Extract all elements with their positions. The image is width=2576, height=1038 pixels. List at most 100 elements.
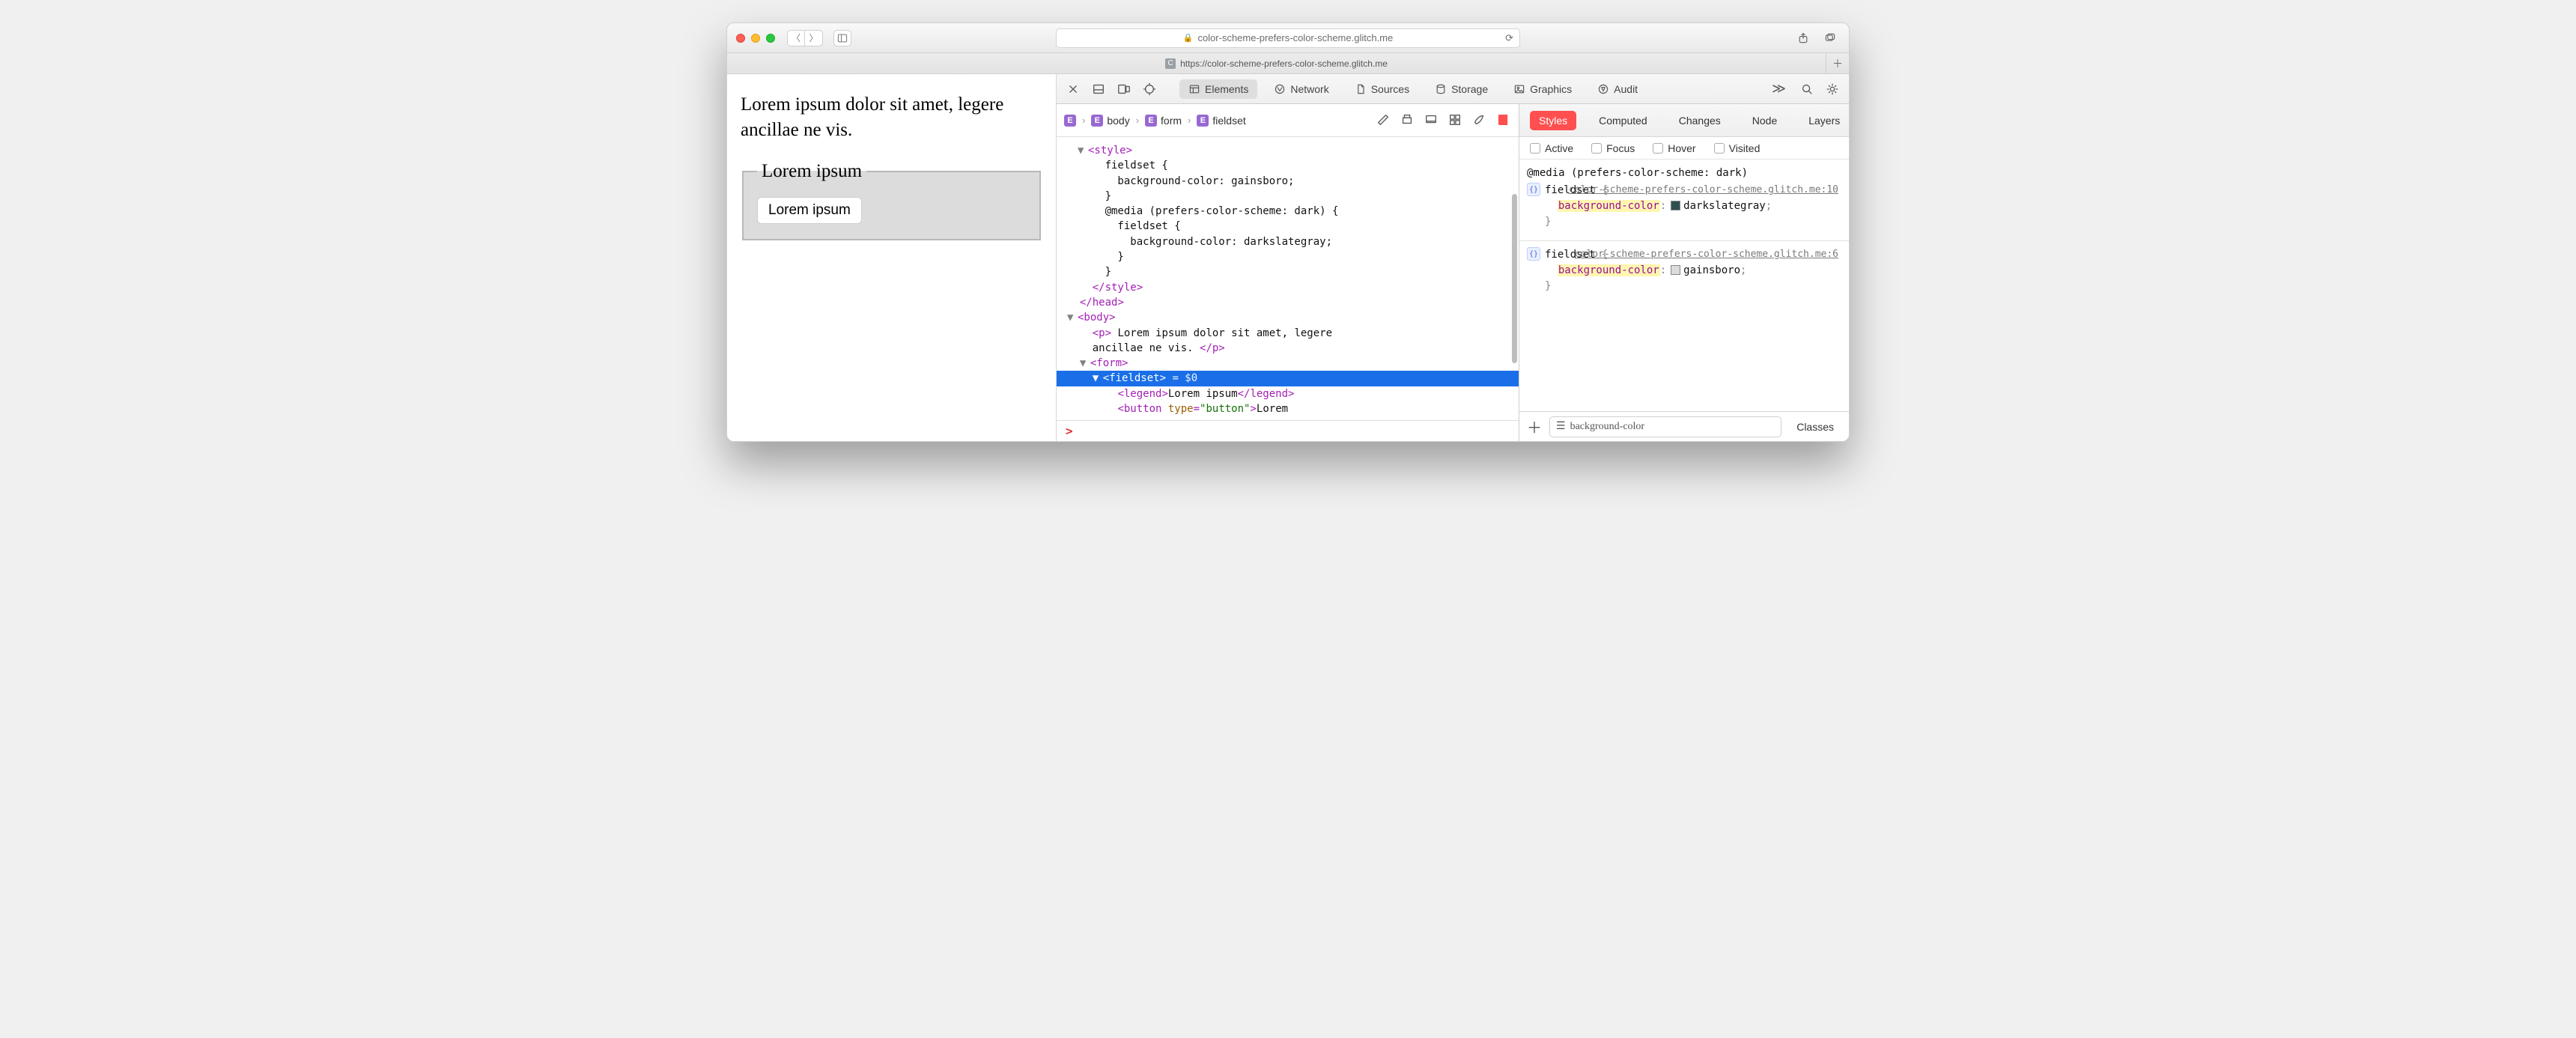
tab-network[interactable]: Network xyxy=(1265,79,1337,99)
tab-graphics[interactable]: Graphics xyxy=(1504,79,1581,99)
rule2[interactable]: {} color-scheme-prefers-color-scheme.gli… xyxy=(1527,246,1841,300)
page-button[interactable]: Lorem ipsum xyxy=(757,197,862,224)
rule1[interactable]: {} color-scheme-prefers-color-scheme.gli… xyxy=(1527,181,1841,236)
rule1-source-link[interactable]: color-scheme-prefers-color-scheme.glitch… xyxy=(1569,183,1838,198)
print-styles-icon[interactable] xyxy=(1400,113,1415,128)
styles-tabs: Styles Computed Changes Node Layers xyxy=(1519,104,1849,137)
rulers-icon[interactable] xyxy=(1376,113,1391,128)
page-paragraph: Lorem ipsum dolor sit amet, legere ancil… xyxy=(741,92,1042,143)
browser-window: 〈 〉 🔒 color-scheme-prefers-color-scheme.… xyxy=(726,22,1850,442)
page-viewport: Lorem ipsum dolor sit amet, legere ancil… xyxy=(727,74,1057,441)
overflow-button[interactable]: ≫ xyxy=(1767,81,1790,97)
rule2-value[interactable]: gainsboro xyxy=(1683,264,1740,276)
dom-text: ancillae ne vis. xyxy=(1067,342,1200,354)
dom-text: } xyxy=(1067,266,1111,278)
minimize-window-button[interactable] xyxy=(751,34,760,43)
rule2-color-swatch[interactable] xyxy=(1671,265,1680,275)
address-bar[interactable]: 🔒 color-scheme-prefers-color-scheme.glit… xyxy=(1056,28,1520,48)
sidebar-toggle-button[interactable] xyxy=(833,30,851,46)
share-button[interactable] xyxy=(1793,30,1813,46)
titlebar: 〈 〉 🔒 color-scheme-prefers-color-scheme.… xyxy=(727,23,1849,53)
breadcrumb-form[interactable]: Eform xyxy=(1145,115,1182,127)
console-prompt-chevron: > xyxy=(1066,424,1073,438)
rule2-source-link[interactable]: color-scheme-prefers-color-scheme.glitch… xyxy=(1575,247,1838,262)
dom-text: Lorem xyxy=(1257,403,1288,415)
traffic-lights xyxy=(736,34,775,43)
breadcrumb-row: E › Ebody › Eform › Efieldset xyxy=(1057,104,1519,137)
filter-input-wrap[interactable]: ☰ background-color xyxy=(1549,416,1781,437)
breadcrumb-body-label: body xyxy=(1107,115,1129,127)
element-picker-button[interactable] xyxy=(1140,80,1158,98)
dock-bottom-icon[interactable] xyxy=(1090,80,1108,98)
search-button[interactable] xyxy=(1798,80,1816,98)
tab-elements[interactable]: Elements xyxy=(1179,79,1257,99)
classes-button[interactable]: Classes xyxy=(1789,418,1841,436)
elements-panel: E › Ebody › Eform › Efieldset xyxy=(1057,104,1519,441)
dom-selected-row[interactable]: ▼ <fieldset> = $0 xyxy=(1057,371,1519,386)
force-hover[interactable]: Hover xyxy=(1653,142,1695,154)
titlebar-right-icons xyxy=(1793,30,1840,46)
styles-footer: ＋ ☰ background-color Classes xyxy=(1519,411,1849,441)
dom-text: } xyxy=(1067,251,1124,263)
console-prompt[interactable]: > xyxy=(1057,420,1519,441)
tab-current[interactable]: C https://color-scheme-prefers-color-sch… xyxy=(727,53,1826,73)
dom-text: @media (prefers-color-scheme: dark) { xyxy=(1067,205,1338,217)
styles-tab-node[interactable]: Node xyxy=(1743,111,1786,130)
tab-storage[interactable]: Storage xyxy=(1426,79,1497,99)
force-focus-label: Focus xyxy=(1606,142,1635,154)
tab-sources[interactable]: Sources xyxy=(1346,79,1418,99)
styles-tab-computed[interactable]: Computed xyxy=(1590,111,1656,130)
rule1-media: @media (prefers-color-scheme: dark) xyxy=(1527,166,1841,181)
zoom-window-button[interactable] xyxy=(766,34,775,43)
breadcrumb-root[interactable]: E xyxy=(1064,115,1076,127)
show-rulers-toggle[interactable] xyxy=(1496,113,1511,128)
dom-text: Lorem ipsum dolor sit amet, legere xyxy=(1111,327,1332,339)
styles-tab-styles[interactable]: Styles xyxy=(1530,111,1576,130)
breadcrumb-form-label: form xyxy=(1161,115,1182,127)
dock-side-icon[interactable] xyxy=(1115,80,1133,98)
styles-panel: Styles Computed Changes Node Layers Acti… xyxy=(1519,104,1849,441)
tab-favicon: C xyxy=(1165,58,1176,69)
dom-tree[interactable]: ▼ <style> fieldset { background-color: g… xyxy=(1057,137,1519,420)
force-visited[interactable]: Visited xyxy=(1714,142,1761,154)
scrollbar[interactable] xyxy=(1512,194,1517,364)
compositing-icon[interactable] xyxy=(1448,113,1463,128)
tabs-overview-button[interactable] xyxy=(1820,30,1840,46)
filter-input[interactable]: background-color xyxy=(1570,421,1645,433)
styles-tab-layers[interactable]: Layers xyxy=(1799,111,1849,130)
nav-back-forward: 〈 〉 xyxy=(787,30,823,46)
page-fieldset: Lorem ipsum Lorem ipsum xyxy=(742,161,1041,240)
force-focus[interactable]: Focus xyxy=(1591,142,1635,154)
close-devtools-button[interactable] xyxy=(1064,80,1082,98)
tab-elements-label: Elements xyxy=(1205,83,1248,95)
settings-gear-icon[interactable] xyxy=(1823,80,1841,98)
new-tab-button[interactable]: ＋ xyxy=(1826,56,1849,71)
rule1-color-swatch[interactable] xyxy=(1671,201,1680,210)
css-rules[interactable]: @media (prefers-color-scheme: dark) {} c… xyxy=(1519,160,1849,411)
breadcrumb-body[interactable]: Ebody xyxy=(1091,115,1129,127)
tab-audit-label: Audit xyxy=(1614,83,1638,95)
page-legend: Lorem ipsum xyxy=(757,161,866,182)
dom-text: fieldset { xyxy=(1067,160,1168,172)
rule2-prop[interactable]: background-color xyxy=(1558,264,1660,276)
styles-tab-changes[interactable]: Changes xyxy=(1670,111,1730,130)
tab-audit[interactable]: Audit xyxy=(1588,79,1647,99)
breadcrumb-fieldset[interactable]: Efieldset xyxy=(1197,115,1245,127)
tab-label: https://color-scheme-prefers-color-schem… xyxy=(1180,58,1388,69)
rule1-value[interactable]: darkslategray xyxy=(1683,200,1766,212)
elements-toolbar-icons xyxy=(1376,113,1511,128)
back-button[interactable]: 〈 xyxy=(787,30,805,46)
reload-button[interactable]: ⟳ xyxy=(1505,32,1513,44)
devtools-toolbar: Elements Network Sources Storage Graphic… xyxy=(1057,74,1849,104)
paint-icon[interactable] xyxy=(1472,113,1487,128)
device-icon[interactable] xyxy=(1424,113,1439,128)
filter-icon: ☰ xyxy=(1556,420,1566,433)
force-active[interactable]: Active xyxy=(1530,142,1573,154)
devtools: Elements Network Sources Storage Graphic… xyxy=(1057,74,1849,441)
rule1-prop[interactable]: background-color xyxy=(1558,200,1660,212)
forward-button[interactable]: 〉 xyxy=(805,30,823,46)
address-bar-host: color-scheme-prefers-color-scheme.glitch… xyxy=(1197,32,1393,43)
close-window-button[interactable] xyxy=(736,34,745,43)
breadcrumb-fieldset-label: fieldset xyxy=(1212,115,1245,127)
new-rule-button[interactable]: ＋ xyxy=(1527,416,1542,437)
